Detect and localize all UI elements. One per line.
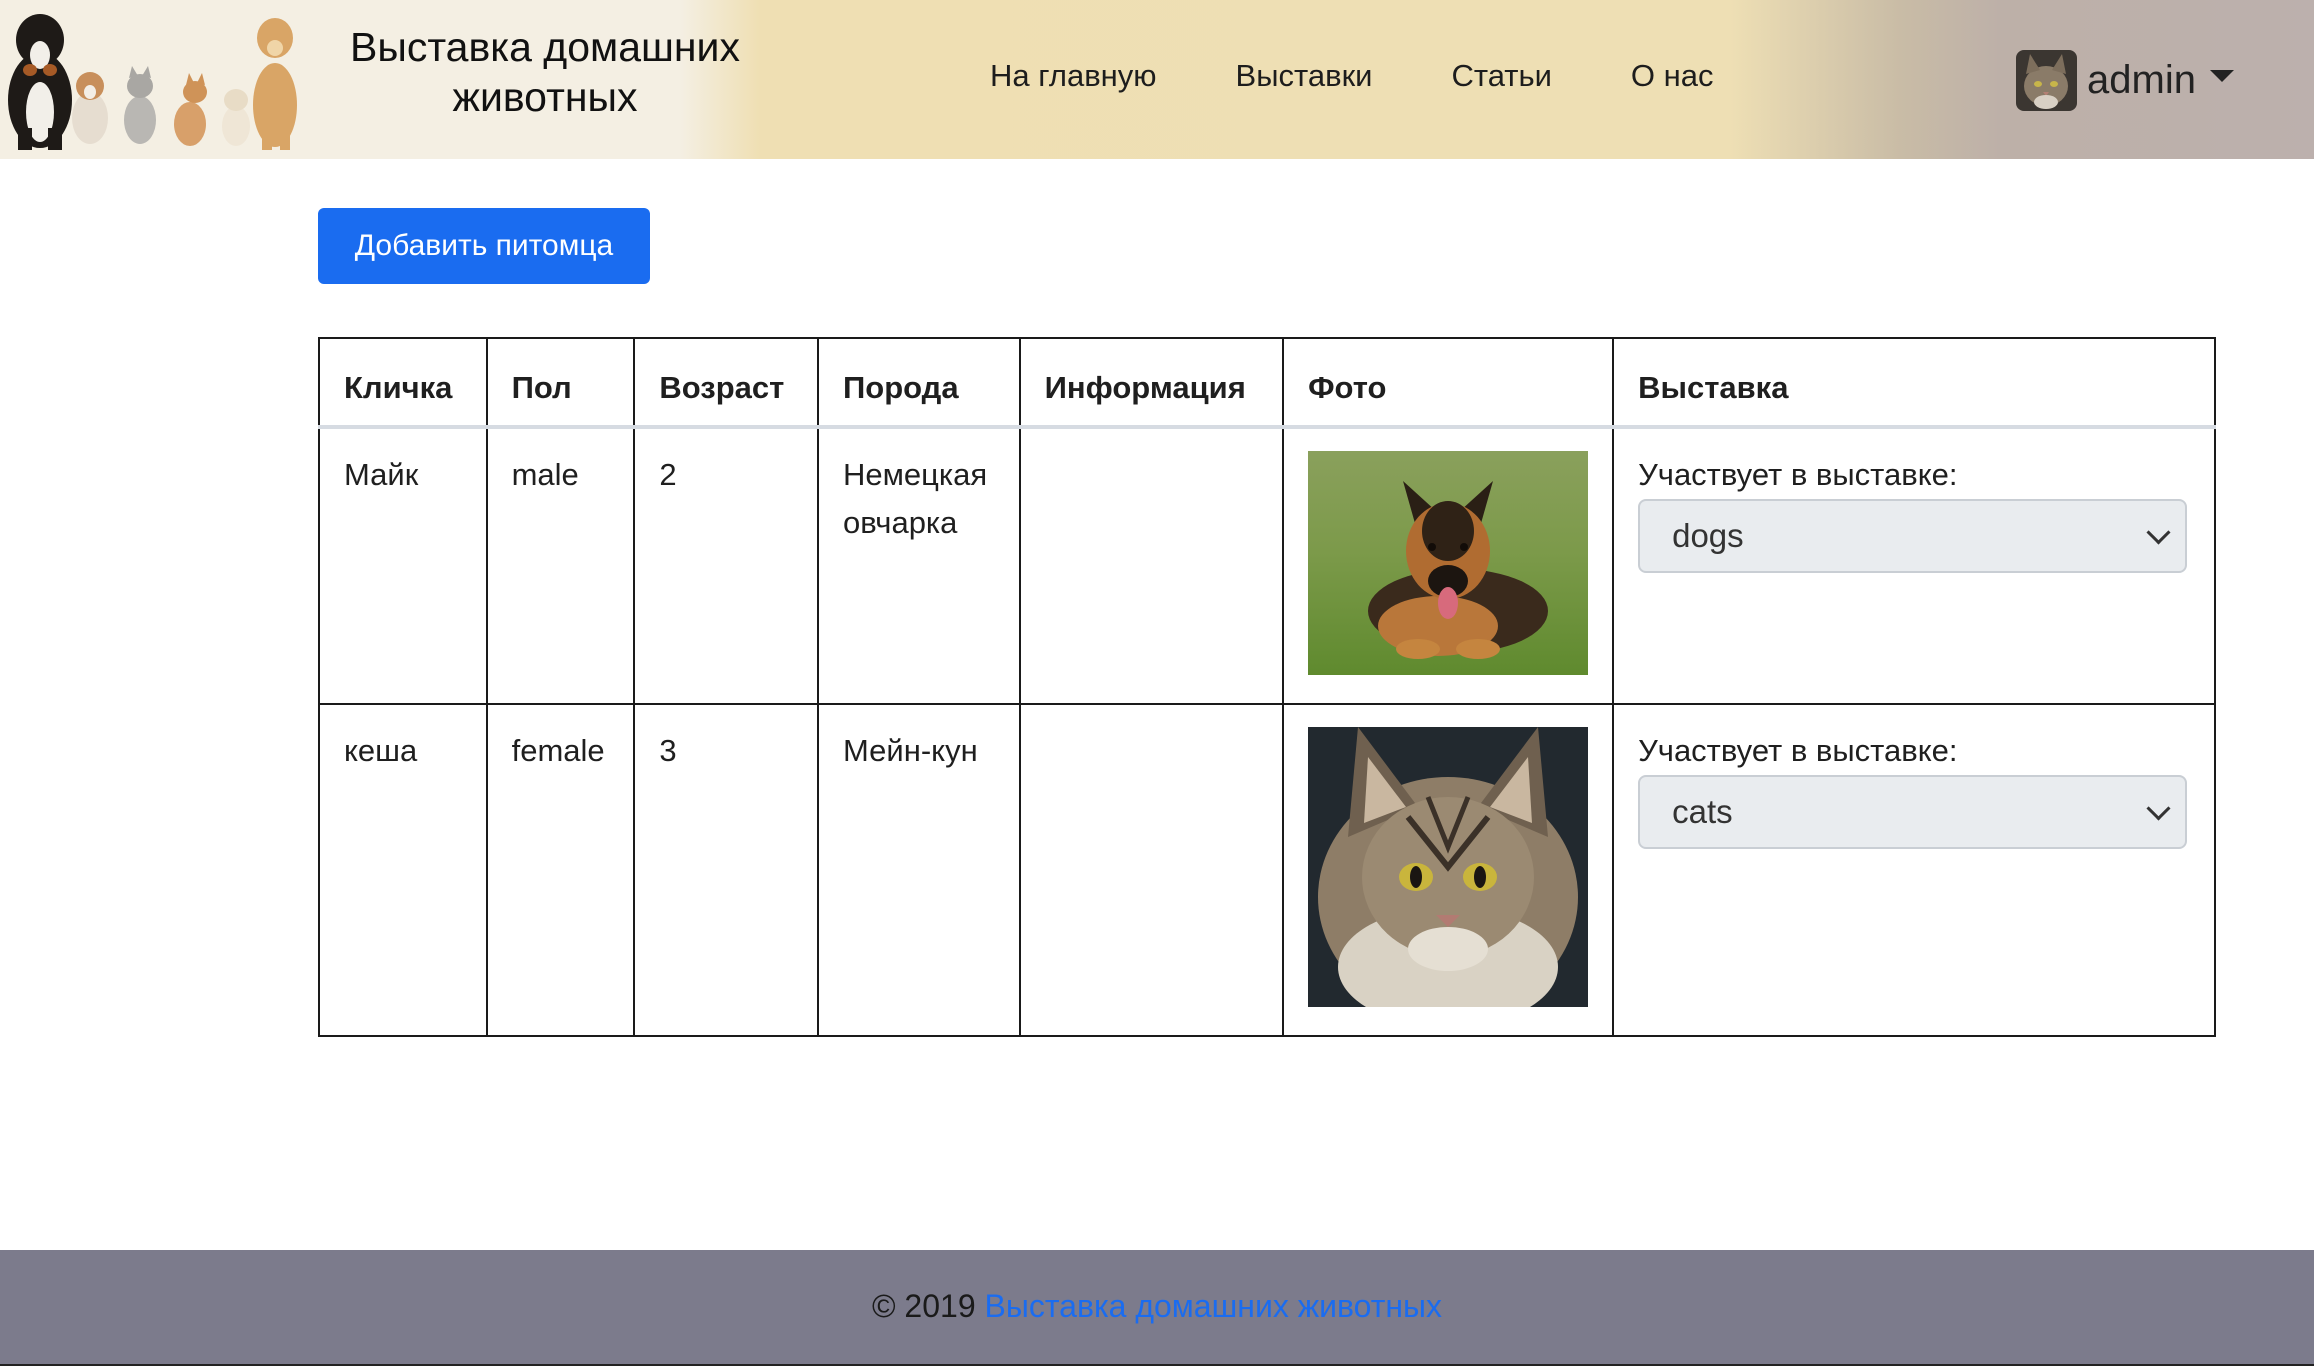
pet-info — [1018, 703, 1285, 1037]
pet-exhibition-cell: Участвует в выставке: dogs — [1612, 427, 2216, 705]
exhibition-select[interactable]: cats — [1638, 775, 2188, 849]
column-header-breed: Порода — [816, 337, 1021, 429]
footer-text: © 2019 Выставка домашних животных — [0, 1288, 2314, 1325]
table-header-row: Кличка Пол Возраст Порода Информация Фот… — [318, 337, 2216, 429]
add-pet-button[interactable]: Добавить питомца — [318, 208, 650, 284]
pet-info — [1018, 427, 1285, 705]
pets-logo[interactable] — [0, 0, 300, 159]
column-header-age: Возраст — [633, 337, 819, 429]
footer-link[interactable]: Выставка домашних животных — [985, 1288, 1443, 1324]
avatar — [2016, 50, 2077, 111]
nav-exhibitions[interactable]: Выставки — [1236, 58, 1373, 94]
nav-about[interactable]: О нас — [1631, 58, 1714, 94]
chevron-down-icon — [2146, 519, 2171, 545]
pet-age: 2 — [633, 427, 819, 705]
site-footer: © 2019 Выставка домашних животных — [0, 1250, 2314, 1366]
pet-sex: male — [485, 427, 636, 705]
pet-photo-cell — [1282, 427, 1615, 705]
table-row: Майк male 2 Немецкая овчарка Участвует в… — [318, 427, 2216, 705]
exhibition-select-value: cats — [1672, 793, 1733, 830]
exhibition-select[interactable]: dogs — [1638, 499, 2188, 573]
pets-table: Кличка Пол Возраст Порода Информация Фот… — [318, 337, 2216, 1037]
exhibition-label: Участвует в выставке: — [1638, 733, 1958, 768]
exhibition-select-value: dogs — [1672, 517, 1744, 554]
pet-sex: female — [485, 703, 636, 1037]
pet-exhibition-cell: Участвует в выставке: cats — [1612, 703, 2216, 1037]
column-header-info: Информация — [1018, 337, 1285, 429]
dog-photo — [1308, 451, 1589, 675]
pet-breed: Немецкая овчарка — [816, 427, 1021, 705]
column-header-exhibition: Выставка — [1612, 337, 2216, 429]
cat-photo — [1308, 727, 1589, 1007]
site-brand[interactable]: Выставка домашних животных — [340, 22, 750, 122]
column-header-sex: Пол — [485, 337, 636, 429]
column-header-photo: Фото — [1282, 337, 1615, 429]
copyright: © 2019 — [871, 1288, 976, 1324]
main-nav: На главную Выставки Статьи О нас — [990, 58, 1714, 94]
pet-age: 3 — [633, 703, 819, 1037]
pet-name: кеша — [318, 703, 488, 1037]
exhibition-label: Участвует в выставке: — [1638, 457, 1958, 492]
nav-articles[interactable]: Статьи — [1451, 58, 1551, 94]
chevron-down-icon — [2209, 69, 2234, 82]
user-menu[interactable]: admin — [2016, 50, 2234, 111]
table-row: кеша female 3 Мейн-кун Участвует в выста… — [318, 703, 2216, 1037]
chevron-down-icon — [2146, 795, 2171, 821]
column-header-name: Кличка — [318, 337, 488, 429]
username: admin — [2087, 58, 2196, 102]
pet-photo-cell — [1282, 703, 1615, 1037]
pet-breed: Мейн-кун — [816, 703, 1021, 1037]
site-header: Выставка домашних животных На главную Вы… — [0, 0, 2314, 159]
pets-group-image — [8, 14, 297, 150]
nav-home[interactable]: На главную — [990, 58, 1157, 94]
pet-name: Майк — [318, 427, 488, 705]
